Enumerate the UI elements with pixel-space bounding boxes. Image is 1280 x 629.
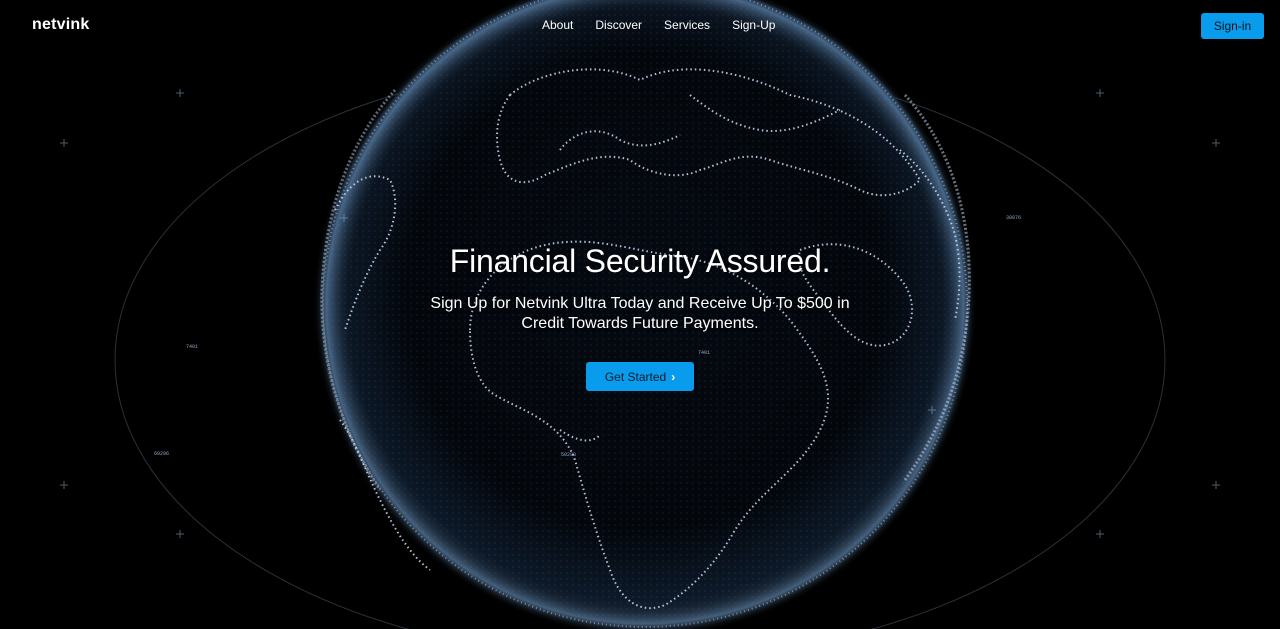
- readout-60296: 60296: [154, 451, 169, 457]
- nav-link-sign-up[interactable]: Sign-Up: [721, 18, 786, 32]
- top-navbar: netvink About Discover Services Sign-Up …: [0, 0, 1280, 52]
- readout-38076: 38076: [1006, 215, 1021, 221]
- readout-50298: 50298: [561, 452, 576, 458]
- nav-link-services[interactable]: Services: [653, 18, 721, 32]
- get-started-button[interactable]: Get Started ›: [586, 362, 694, 391]
- nav-links: About Discover Services Sign-Up: [531, 18, 786, 32]
- nav-link-discover[interactable]: Discover: [584, 18, 653, 32]
- readout-7401-a: 7401: [186, 344, 198, 350]
- brand-logo[interactable]: netvink: [32, 16, 89, 34]
- hero-section: Financial Security Assured. Sign Up for …: [340, 238, 940, 391]
- landing-page: 60296 50298 38076 7401 7401 netvink Abou…: [0, 0, 1280, 629]
- nav-link-about[interactable]: About: [531, 18, 584, 32]
- sign-in-button[interactable]: Sign-in: [1201, 13, 1264, 39]
- hero-subtitle: Sign Up for Netvink Ultra Today and Rece…: [430, 295, 850, 332]
- hero-title: Financial Security Assured.: [449, 243, 831, 279]
- chevron-right-icon: ›: [671, 369, 676, 384]
- get-started-label: Get Started: [604, 369, 667, 384]
